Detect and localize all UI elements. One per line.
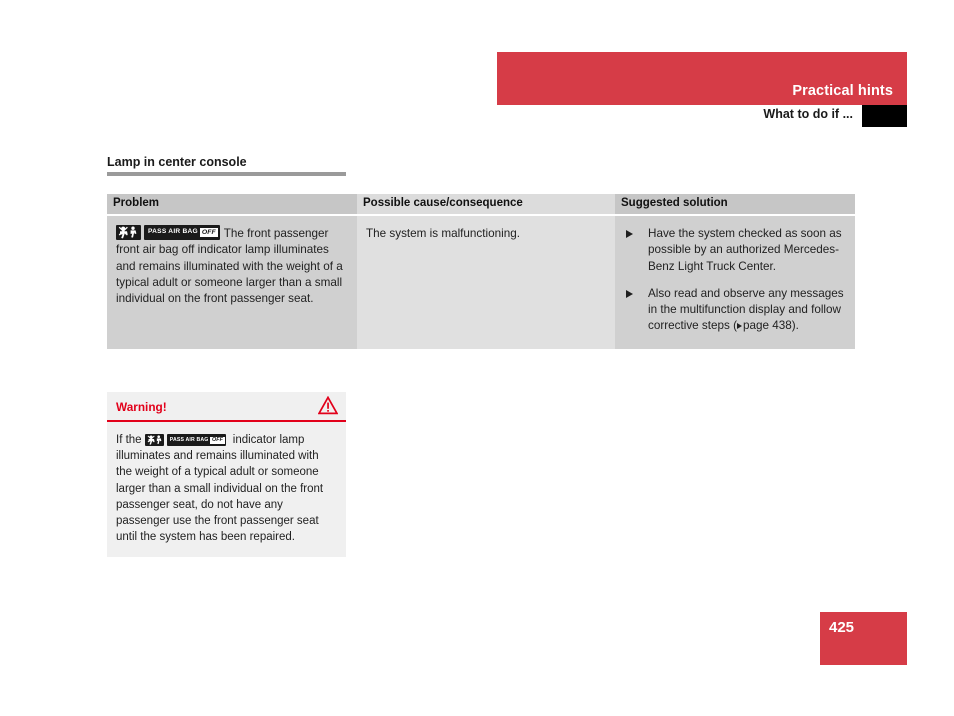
- cell-solution: Have the system checked as soon as possi…: [615, 216, 855, 349]
- warning-box: Warning! If the PASS AIR BAG OFF indicat…: [107, 392, 346, 558]
- page-number: 425: [829, 619, 855, 636]
- airbag-child-seat-icon: [144, 434, 164, 446]
- table-header-row: Problem Possible cause/consequence Sugge…: [107, 194, 855, 214]
- off-badge: OFF: [210, 436, 225, 444]
- heading-divider: [107, 172, 346, 176]
- chapter-header-band: Practical hints: [497, 52, 907, 105]
- problem-table: Problem Possible cause/consequence Sugge…: [107, 194, 855, 349]
- solution-list: Have the system checked as soon as possi…: [624, 226, 846, 335]
- cell-problem: PASS AIR BAG OFF The front passenger fro…: [107, 216, 357, 349]
- page-tab-marker: [862, 105, 907, 127]
- solution-text-after-ref: ).: [791, 319, 799, 333]
- warning-text-after-lamp: indicator lamp illuminates and remains i…: [116, 434, 324, 544]
- warning-body: If the PASS AIR BAG OFF indicator lamp i…: [107, 422, 346, 557]
- page-reference-link[interactable]: page 438: [743, 319, 792, 332]
- cell-cause: The system is malfunctioning.: [357, 216, 615, 349]
- page-number-box: 425: [820, 612, 907, 665]
- pass-air-bag-off-indicator: PASS AIR BAG OFF: [116, 225, 220, 240]
- column-header-problem: Problem: [107, 194, 357, 214]
- pass-air-bag-text: PASS AIR BAG: [169, 436, 209, 443]
- warning-triangle-icon: [317, 395, 339, 420]
- section-title: What to do if ...: [763, 107, 853, 121]
- list-item: Have the system checked as soon as possi…: [624, 226, 846, 275]
- pass-air-bag-text: PASS AIR BAG: [148, 228, 198, 236]
- warning-text-before-lamp: If the: [116, 434, 142, 446]
- bullet-triangle-icon: [626, 230, 633, 238]
- cause-description: The system is malfunctioning.: [366, 227, 520, 240]
- pass-air-bag-off-indicator: PASS AIR BAG OFF: [144, 434, 226, 446]
- pass-air-bag-label-block: PASS AIR BAG OFF: [144, 225, 220, 240]
- warning-title: Warning!: [116, 400, 167, 414]
- warning-header: Warning!: [107, 392, 346, 420]
- airbag-child-seat-icon: [116, 225, 141, 240]
- list-item: Also read and observe any messages in th…: [624, 286, 846, 335]
- column-header-cause: Possible cause/consequence: [357, 194, 615, 214]
- column-header-solution: Suggested solution: [615, 194, 855, 214]
- off-badge: OFF: [199, 228, 218, 237]
- page-title: Lamp in center console: [107, 155, 247, 169]
- bullet-triangle-icon: [626, 289, 633, 298]
- solution-text: Have the system checked as soon as possi…: [648, 227, 842, 273]
- pass-air-bag-label-block: PASS AIR BAG OFF: [166, 434, 226, 446]
- page-reference-arrow-icon: [736, 323, 742, 330]
- chapter-title: Practical hints: [792, 83, 893, 99]
- section-header-band: What to do if ...: [497, 105, 907, 127]
- table-row: PASS AIR BAG OFF The front passenger fro…: [107, 216, 855, 349]
